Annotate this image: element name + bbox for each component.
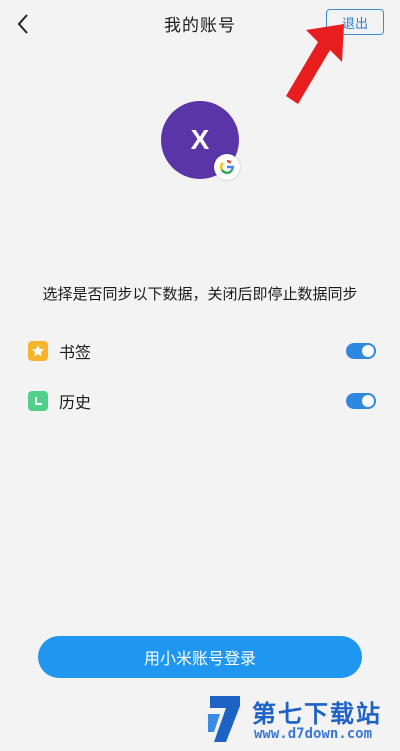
sync-item-history: 历史	[28, 388, 376, 414]
clock-icon	[28, 391, 48, 411]
toggle-knob	[362, 395, 374, 407]
sync-description: 选择是否同步以下数据，关闭后即停止数据同步	[42, 285, 358, 303]
watermark-url: www.d7down.com	[254, 726, 373, 742]
bookmarks-toggle[interactable]	[346, 343, 376, 359]
history-toggle[interactable]	[346, 393, 376, 409]
xiaomi-login-button[interactable]: 用小米账号登录	[38, 636, 362, 678]
account-page: 我的账号 退出 X 选择是否同步以下数据，关闭后即停止数据同步 书签 历史 用小…	[0, 0, 400, 751]
watermark-title: 第七下载站	[252, 700, 382, 728]
google-icon	[214, 154, 240, 180]
sync-item-label: 历史	[59, 393, 92, 412]
sync-item-bookmarks: 书签	[28, 338, 376, 364]
watermark: 第七下载站 www.d7down.com	[196, 690, 400, 750]
toggle-knob	[362, 345, 374, 357]
red-arrow-icon	[286, 24, 344, 104]
star-icon	[28, 341, 48, 361]
sync-item-label: 书签	[59, 343, 92, 362]
d7-logo-icon	[208, 696, 240, 742]
